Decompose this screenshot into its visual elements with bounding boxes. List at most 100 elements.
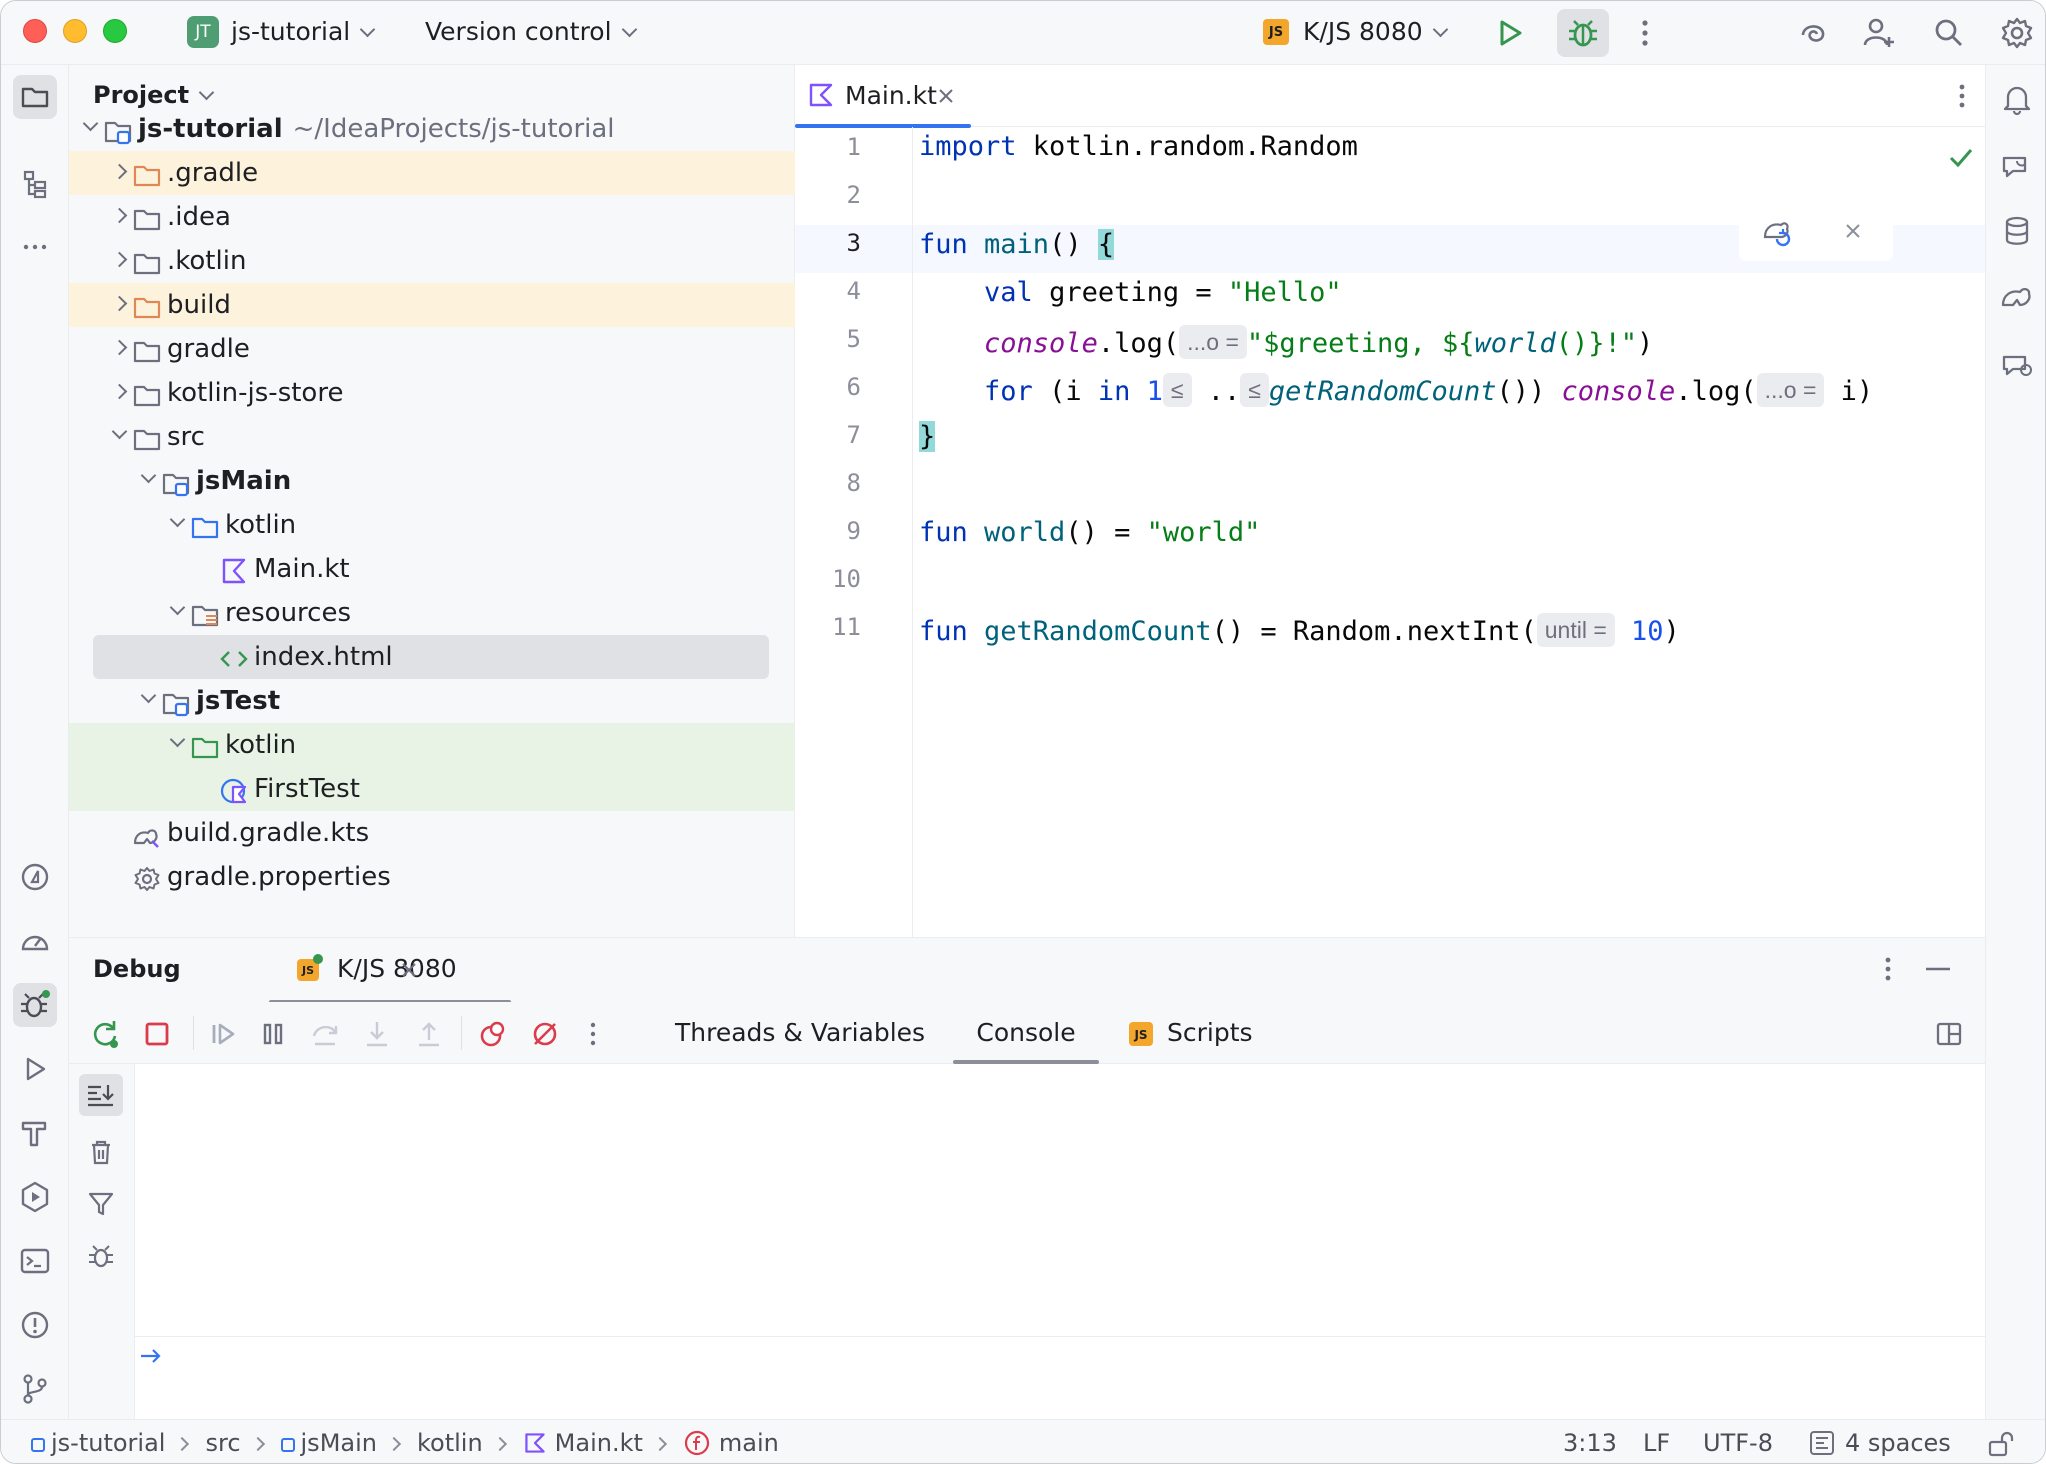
tree-item-index-html[interactable]: index.html bbox=[69, 635, 795, 679]
step-out-icon[interactable] bbox=[411, 1016, 447, 1052]
chevron-right-icon[interactable] bbox=[111, 295, 128, 312]
tab-console[interactable]: Console bbox=[953, 1002, 1099, 1064]
step-into-icon[interactable] bbox=[359, 1016, 395, 1052]
line-number[interactable]: 3 bbox=[809, 229, 861, 257]
tree-item-src[interactable]: src bbox=[69, 415, 795, 459]
add-user-icon[interactable] bbox=[1859, 13, 1899, 53]
project-panel-title[interactable]: Project bbox=[93, 81, 215, 109]
line-number[interactable]: 4 bbox=[809, 277, 861, 305]
chevron-down-icon[interactable] bbox=[82, 115, 99, 132]
step-over-icon[interactable] bbox=[307, 1016, 343, 1052]
line-number[interactable]: 5 bbox=[809, 325, 861, 353]
minimize-panel-icon[interactable] bbox=[1921, 954, 1955, 984]
caret-position[interactable]: 3:13 bbox=[1563, 1427, 1617, 1459]
code-line-1[interactable]: import kotlin.random.Random bbox=[919, 131, 1358, 162]
more-icon[interactable] bbox=[1625, 13, 1665, 53]
debug-tool-icon[interactable] bbox=[13, 983, 57, 1027]
minimize-window-button[interactable] bbox=[63, 19, 87, 43]
more-icon[interactable] bbox=[1873, 952, 1903, 986]
unlock-icon[interactable] bbox=[1985, 1428, 2017, 1460]
indent-setting[interactable]: 4 spaces bbox=[1807, 1427, 1951, 1459]
tree-item-idea[interactable]: .idea bbox=[69, 195, 795, 239]
zoom-window-button[interactable] bbox=[103, 19, 127, 43]
tree-item-kotlin[interactable]: kotlin bbox=[69, 503, 795, 547]
breadcrumb-item[interactable]: src bbox=[205, 1429, 240, 1457]
gradle-icon[interactable] bbox=[1995, 275, 2039, 319]
chevron-right-icon[interactable] bbox=[111, 383, 128, 400]
database-icon[interactable] bbox=[1995, 209, 2039, 253]
line-number[interactable]: 11 bbox=[809, 613, 861, 641]
settings-icon[interactable] bbox=[1997, 13, 2037, 53]
search-icon[interactable] bbox=[1929, 13, 1969, 53]
more-icon[interactable] bbox=[575, 1016, 611, 1052]
code-line-3[interactable]: fun main() { bbox=[919, 229, 1115, 260]
no-problems-check-icon[interactable] bbox=[1945, 141, 1977, 173]
code-line-11[interactable]: fun getRandomCount() = Random.nextInt(un… bbox=[919, 613, 1680, 647]
chevron-right-icon[interactable] bbox=[111, 339, 128, 356]
notifications-icon[interactable] bbox=[1995, 77, 2039, 121]
tree-item-kotlin[interactable]: .kotlin bbox=[69, 239, 795, 283]
tree-item-gradle[interactable]: .gradle bbox=[69, 151, 795, 195]
tree-item-js-tutorial[interactable]: js-tutorial ~/IdeaProjects/js-tutorial bbox=[69, 107, 795, 151]
stop-icon[interactable] bbox=[139, 1016, 175, 1052]
breadcrumb-item[interactable]: jsMain bbox=[280, 1429, 377, 1457]
tree-item-kotlin-js-store[interactable]: kotlin-js-store bbox=[69, 371, 795, 415]
chevron-down-icon[interactable] bbox=[169, 731, 186, 748]
line-number[interactable]: 9 bbox=[809, 517, 861, 545]
chevron-down-icon[interactable] bbox=[169, 599, 186, 616]
breadcrumb-item[interactable]: js-tutorial bbox=[31, 1429, 165, 1457]
chevron-down-icon[interactable] bbox=[111, 423, 128, 440]
code-line-6[interactable]: for (i in 1 ≤ .. ≤ getRandomCount()) consol… bbox=[919, 373, 1873, 407]
run-config-selector[interactable]: K/JS 8080 bbox=[1303, 15, 1448, 49]
tree-item-jsmain[interactable]: jsMain bbox=[69, 459, 795, 503]
tab-main-kt[interactable]: Main.kt bbox=[795, 65, 971, 128]
tree-item-main-kt[interactable]: Main.kt bbox=[69, 547, 795, 591]
filter-icon[interactable] bbox=[83, 1186, 119, 1222]
line-number[interactable]: 6 bbox=[809, 373, 861, 401]
problems-tool-icon[interactable] bbox=[13, 1303, 57, 1347]
tree-item-build[interactable]: build bbox=[69, 283, 795, 327]
more-tools-icon[interactable] bbox=[13, 225, 57, 269]
tab-threads-variables[interactable]: Threads & Variables bbox=[675, 1016, 925, 1050]
line-number[interactable]: 7 bbox=[809, 421, 861, 449]
resume-icon[interactable] bbox=[205, 1016, 241, 1052]
run-icon[interactable] bbox=[1489, 13, 1529, 53]
chevron-right-icon[interactable] bbox=[111, 163, 128, 180]
profiler-tool-icon[interactable] bbox=[13, 919, 57, 963]
pause-icon[interactable] bbox=[255, 1016, 291, 1052]
git-tool-icon[interactable] bbox=[13, 1367, 57, 1411]
clear-all-icon[interactable] bbox=[83, 1134, 119, 1170]
breadcrumb-item[interactable]: kotlin bbox=[417, 1429, 483, 1457]
run-tool-icon[interactable] bbox=[13, 1047, 57, 1091]
services-tool-icon[interactable] bbox=[13, 855, 57, 899]
debug-icon[interactable] bbox=[1557, 9, 1609, 57]
code-line-5[interactable]: console.log(...o = "$greeting, ${world()}… bbox=[919, 325, 1653, 359]
line-number[interactable]: 10 bbox=[809, 565, 861, 593]
line-number[interactable]: 1 bbox=[809, 133, 861, 161]
close-window-button[interactable] bbox=[23, 19, 47, 43]
tab-scripts[interactable]: JS Scripts bbox=[1099, 1002, 1253, 1064]
tree-item-gradle[interactable]: gradle bbox=[69, 327, 795, 371]
tree-item-build-gradle-kts[interactable]: build.gradle.kts bbox=[69, 811, 795, 855]
build-tool-icon[interactable] bbox=[13, 1111, 57, 1155]
chevron-right-icon[interactable] bbox=[111, 207, 128, 224]
scroll-to-end-button[interactable] bbox=[79, 1074, 123, 1116]
file-encoding[interactable]: UTF-8 bbox=[1703, 1427, 1773, 1459]
tree-item-firsttest[interactable]: FirstTest bbox=[69, 767, 795, 811]
chevron-down-icon[interactable] bbox=[140, 687, 157, 704]
chevron-down-icon[interactable] bbox=[169, 511, 186, 528]
line-number[interactable]: 8 bbox=[809, 469, 861, 497]
close-popup-icon[interactable] bbox=[1843, 221, 1863, 241]
ai-chat-icon[interactable] bbox=[1995, 143, 2039, 187]
structure-tool-icon[interactable] bbox=[13, 161, 57, 205]
project-switcher[interactable]: js-tutorial bbox=[231, 15, 376, 49]
copilot-icon[interactable] bbox=[1995, 341, 2039, 385]
chevron-right-icon[interactable] bbox=[111, 251, 128, 268]
chevron-down-icon[interactable] bbox=[140, 467, 157, 484]
console-input[interactable] bbox=[169, 1338, 1985, 1378]
close-tab-icon[interactable] bbox=[937, 87, 955, 105]
gradle-sync-icon[interactable] bbox=[1759, 213, 1795, 249]
debug-settings-icon[interactable] bbox=[83, 1238, 119, 1274]
tree-item-jstest[interactable]: jsTest bbox=[69, 679, 795, 723]
tree-item-resources[interactable]: resources bbox=[69, 591, 795, 635]
